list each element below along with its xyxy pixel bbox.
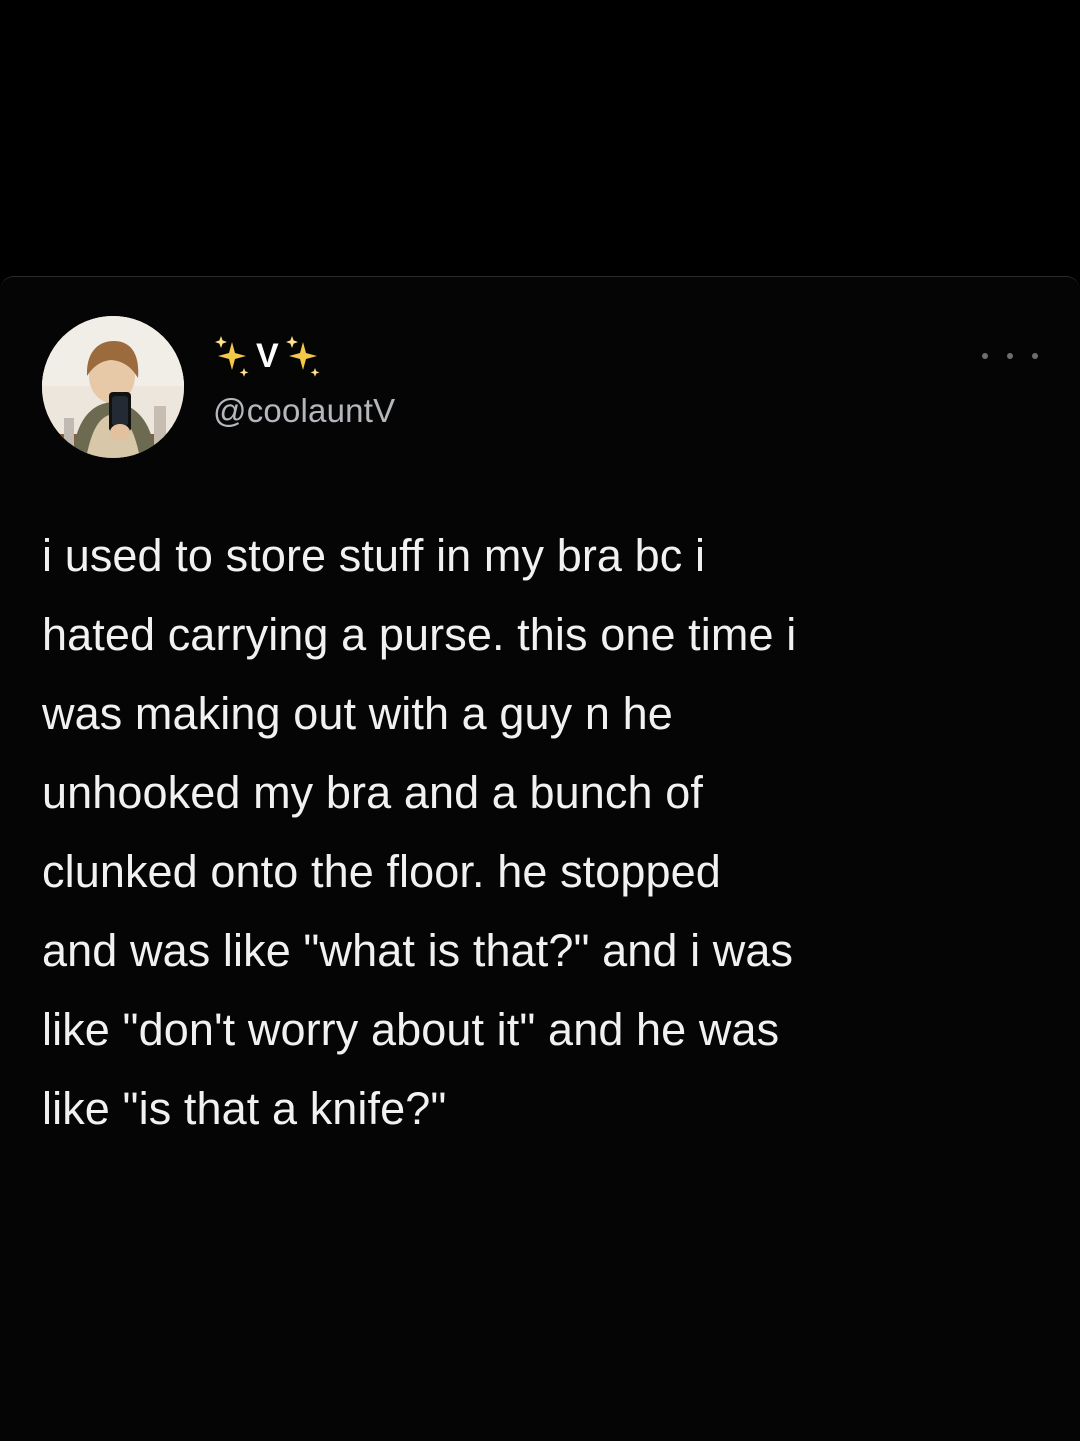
tweet-line: hated carrying a purse. this one time i bbox=[42, 609, 797, 660]
tweet-line: and was like "what is that?" and i was bbox=[42, 925, 794, 976]
more-dot bbox=[982, 353, 988, 359]
sparkles-icon bbox=[285, 336, 320, 377]
tweet-text: i used to store stuff in my bra bc i hat… bbox=[42, 516, 1042, 1148]
display-name[interactable]: V bbox=[212, 332, 323, 380]
user-handle[interactable]: @coolauntV bbox=[213, 392, 395, 430]
more-dot bbox=[1007, 353, 1013, 359]
avatar[interactable] bbox=[42, 316, 184, 458]
screen: V @coolauntV i used to store stuff in my… bbox=[0, 0, 1080, 1441]
tweet-line: like "is that a knife?" bbox=[42, 1083, 447, 1134]
sparkles-icon bbox=[215, 336, 249, 377]
more-horizontal-icon[interactable] bbox=[982, 344, 1038, 368]
tweet-line: clunked onto the floor. he stopped bbox=[42, 846, 721, 897]
tweet-line: like "don't worry about it" and he was bbox=[42, 1004, 780, 1055]
tweet-line: i used to store stuff in my bra bc i bbox=[42, 530, 706, 581]
tweet-line: unhooked my bra and a bunch of bbox=[42, 767, 703, 818]
display-name-text: V bbox=[256, 336, 279, 375]
user-avatar-photo bbox=[42, 316, 184, 458]
tweet-line: was making out with a guy n he bbox=[42, 688, 673, 739]
more-dot bbox=[1032, 353, 1038, 359]
